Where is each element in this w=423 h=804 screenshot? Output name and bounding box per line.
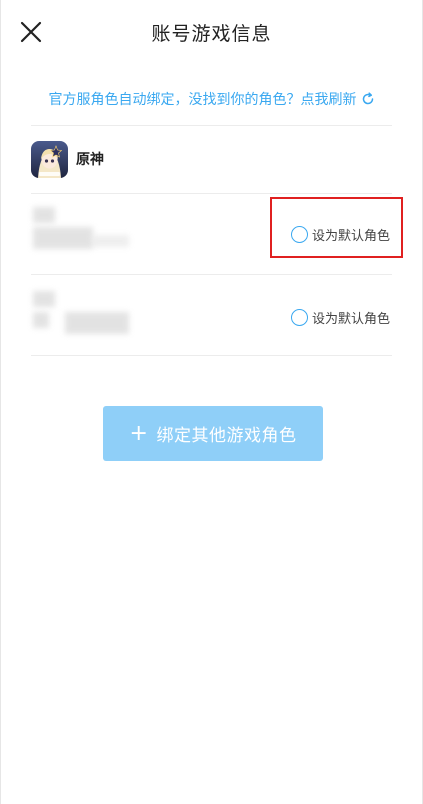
divider bbox=[31, 355, 392, 356]
refresh-link[interactable]: 官方服角色自动绑定，没找到你的角色？点我刷新 bbox=[31, 89, 392, 115]
refresh-hint-text: 官方服角色自动绑定，没找到你的角色？点我刷新 bbox=[48, 92, 357, 108]
divider bbox=[31, 125, 392, 126]
bind-other-role-button[interactable]: + 绑定其他游戏角色 bbox=[103, 406, 323, 461]
highlight-box bbox=[270, 197, 403, 258]
bind-other-role-label: 绑定其他游戏角色 bbox=[156, 426, 297, 446]
blurred-role-info bbox=[65, 312, 129, 334]
game-header: 原神 bbox=[31, 138, 392, 180]
set-default-role-option[interactable]: 设为默认角色 bbox=[290, 308, 390, 327]
page-title: 账号游戏信息 bbox=[151, 23, 272, 45]
plus-icon: + bbox=[129, 420, 149, 446]
blurred-role-name bbox=[33, 207, 55, 223]
role-item: 设为默认角色 bbox=[31, 274, 392, 354]
header: 账号游戏信息 bbox=[1, 0, 422, 66]
account-game-info-screen: 账号游戏信息 官方服角色自动绑定，没找到你的角色？点我刷新 原神 设为默认角色 … bbox=[0, 0, 423, 804]
refresh-icon bbox=[361, 92, 375, 110]
set-default-role-label: 设为默认角色 bbox=[311, 312, 390, 327]
blurred-role-info bbox=[33, 312, 49, 328]
game-name: 原神 bbox=[76, 152, 104, 168]
blurred-role-info bbox=[93, 235, 129, 247]
genshin-app-icon bbox=[31, 140, 68, 178]
blurred-role-info bbox=[33, 227, 93, 249]
radio-button[interactable] bbox=[290, 309, 308, 326]
blurred-role-name bbox=[33, 291, 55, 307]
